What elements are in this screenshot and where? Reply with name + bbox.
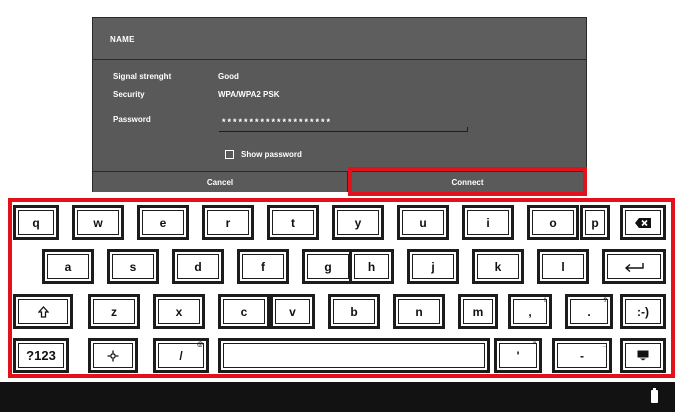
password-row: Password (113, 115, 218, 124)
network-name-title: NAME (93, 18, 586, 60)
key-comma[interactable]: , ! (508, 294, 552, 329)
key-apostrophe-label: ' (516, 348, 520, 363)
key-l[interactable]: l (537, 249, 589, 284)
shift-icon (37, 305, 49, 318)
signal-label: Signal strenght (113, 72, 172, 81)
key-a[interactable]: a (42, 249, 94, 284)
key-comma-alt: ! (544, 298, 546, 304)
key-slash-alt: @ (197, 342, 203, 348)
keyboard-hide-key[interactable] (620, 338, 666, 373)
symbols-key[interactable]: ?123 (13, 338, 69, 373)
key-t[interactable]: t (267, 205, 319, 240)
enter-icon (623, 262, 645, 272)
key-period-label: . (587, 304, 591, 319)
key-d[interactable]: d (172, 249, 224, 284)
key-dash[interactable]: - _ (552, 338, 612, 373)
signal-row: Signal strenght Good (113, 72, 239, 81)
security-value: WPA/WPA2 PSK (218, 90, 280, 99)
settings-icon (107, 350, 119, 362)
space-bar[interactable] (218, 338, 490, 373)
key-m[interactable]: m (458, 294, 498, 329)
key-w[interactable]: w (72, 205, 124, 240)
key-q[interactable]: q (13, 205, 59, 240)
key-y[interactable]: y (332, 205, 384, 240)
show-password-label: Show password (241, 150, 302, 159)
security-row: Security WPA/WPA2 PSK (113, 90, 279, 99)
key-n[interactable]: n (393, 294, 445, 329)
key-i[interactable]: i (462, 205, 514, 240)
key-f[interactable]: f (237, 249, 289, 284)
shift-key[interactable] (13, 294, 73, 329)
key-dash-label: - (580, 348, 584, 363)
key-o[interactable]: o (527, 205, 579, 240)
show-password-toggle[interactable]: Show password (225, 150, 302, 159)
key-u[interactable]: u (397, 205, 449, 240)
key-k[interactable]: k (472, 249, 524, 284)
key-v[interactable]: v (270, 294, 315, 329)
key-apostrophe[interactable]: ' " (494, 338, 542, 373)
key-apostrophe-alt: " (533, 342, 536, 348)
password-label: Password (113, 115, 151, 124)
onscreen-keyboard: q w e r t y u i o p a s d f g h j k l z … (8, 198, 675, 378)
key-p[interactable]: p (580, 205, 610, 240)
backspace-icon (635, 217, 651, 228)
smiley-key[interactable]: :-) (620, 294, 666, 329)
key-slash[interactable]: / @ (153, 338, 209, 373)
key-dash-alt: _ (602, 342, 606, 348)
key-e[interactable]: e (137, 205, 189, 240)
key-z[interactable]: z (88, 294, 140, 329)
key-c[interactable]: c (218, 294, 270, 329)
key-g[interactable]: g (302, 249, 354, 284)
key-r[interactable]: r (202, 205, 254, 240)
key-period[interactable]: . ? (565, 294, 613, 329)
password-input[interactable]: ******************** (219, 116, 468, 132)
wifi-connect-dialog: NAME Signal strenght Good Security WPA/WPA… (92, 17, 587, 192)
key-j[interactable]: j (407, 249, 459, 284)
system-bar (0, 382, 675, 412)
key-x[interactable]: x (153, 294, 205, 329)
signal-value: Good (218, 72, 239, 81)
connect-button[interactable]: Connect (349, 171, 586, 192)
key-period-alt: ? (603, 298, 607, 304)
show-password-checkbox[interactable] (225, 150, 234, 159)
battery-icon (651, 388, 658, 403)
key-h[interactable]: h (349, 249, 394, 284)
key-b[interactable]: b (328, 294, 380, 329)
settings-key[interactable] (88, 338, 138, 373)
key-comma-label: , (528, 304, 532, 319)
enter-key[interactable] (602, 249, 666, 284)
key-s[interactable]: s (107, 249, 159, 284)
cancel-button[interactable]: Cancel (93, 171, 348, 192)
key-slash-label: / (179, 348, 183, 363)
security-label: Security (113, 90, 145, 99)
keyboard-hide-icon (637, 350, 649, 361)
backspace-key[interactable] (620, 205, 666, 240)
